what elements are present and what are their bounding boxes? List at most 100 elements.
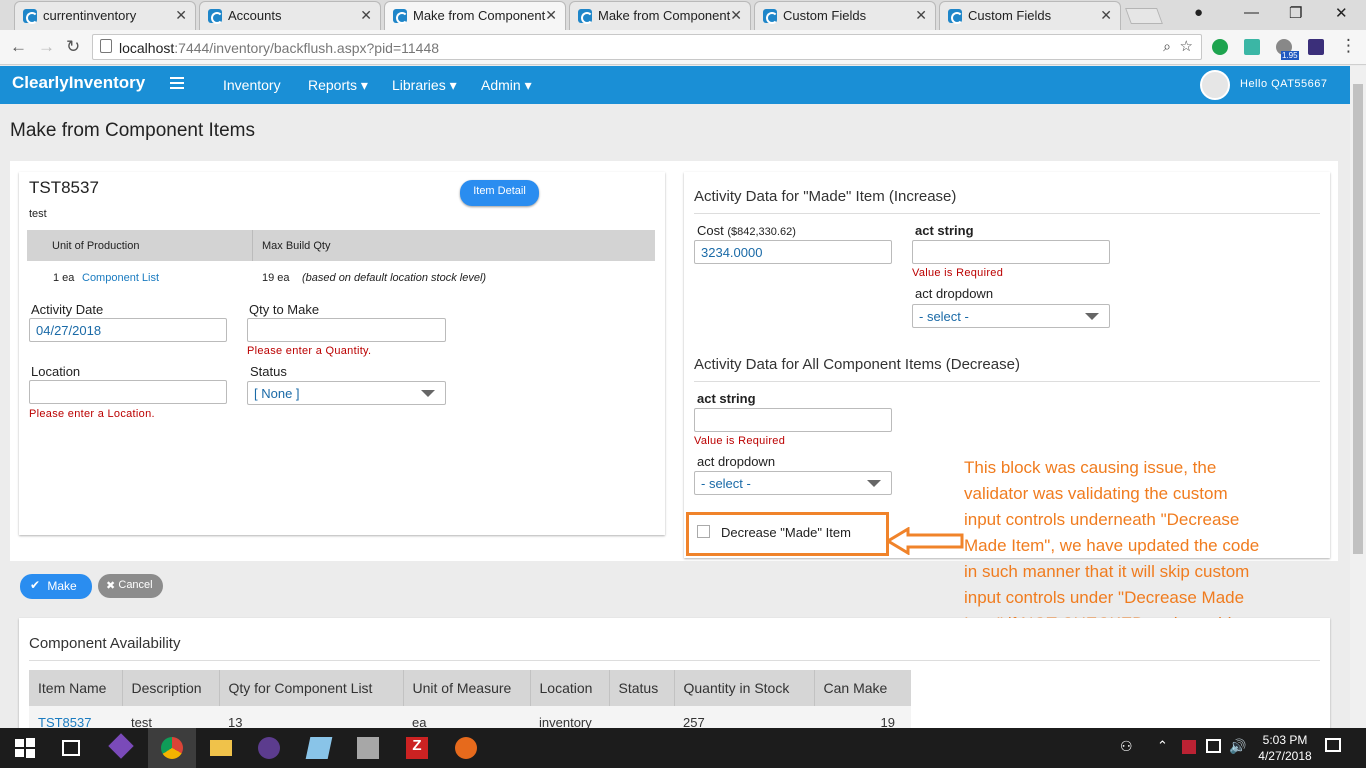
tab-custom-fields-2[interactable]: Custom Fields ✕ bbox=[939, 1, 1121, 30]
extension-vs-icon[interactable] bbox=[1308, 39, 1324, 55]
address-bar[interactable]: localhost:7444/inventory/backflush.aspx?… bbox=[92, 34, 1202, 60]
reload-icon[interactable]: ↻ bbox=[66, 37, 80, 57]
minimize-icon[interactable]: — bbox=[1244, 4, 1259, 21]
location-input[interactable] bbox=[29, 380, 227, 404]
site-icon bbox=[208, 9, 223, 24]
status-select[interactable]: [ None ] bbox=[247, 381, 446, 405]
windows-start-icon[interactable] bbox=[14, 737, 36, 759]
zoom-search-icon[interactable]: ⌕ bbox=[1163, 38, 1171, 55]
page-scrollbar[interactable] bbox=[1350, 66, 1366, 728]
browser-toolbar: ← → ↻ localhost:7444/inventory/backflush… bbox=[0, 30, 1366, 65]
people-icon[interactable]: ⚇ bbox=[1120, 738, 1133, 755]
nav-admin[interactable]: Admin ▾ bbox=[481, 77, 532, 94]
volume-icon[interactable]: 🔊 bbox=[1229, 738, 1246, 755]
hamburger-menu-icon[interactable] bbox=[170, 77, 184, 89]
info-icon[interactable] bbox=[100, 39, 112, 53]
file-explorer-icon[interactable] bbox=[210, 740, 232, 756]
close-tab-icon[interactable]: ✕ bbox=[545, 7, 557, 24]
item-detail-button[interactable]: Item Detail bbox=[460, 180, 539, 206]
chrome-icon[interactable] bbox=[161, 737, 183, 759]
tab-make-from-component[interactable]: Make from Component ✕ bbox=[569, 1, 751, 30]
col-can-make[interactable]: Can Make bbox=[814, 670, 911, 706]
close-tab-icon[interactable]: ✕ bbox=[730, 7, 742, 24]
bookmark-star-icon[interactable]: ☆ bbox=[1180, 37, 1193, 55]
cancel-button[interactable]: ✖ Cancel bbox=[98, 574, 163, 598]
site-icon bbox=[948, 9, 963, 24]
extension-feather-icon[interactable] bbox=[1244, 39, 1260, 55]
col-description[interactable]: Description bbox=[122, 670, 220, 706]
close-tab-icon[interactable]: ✕ bbox=[175, 7, 187, 24]
made-act-dropdown-value: - select - bbox=[919, 309, 969, 324]
menu-kebab-icon[interactable]: ⋮ bbox=[1340, 36, 1357, 56]
activity-date-input[interactable]: 04/27/2018 bbox=[29, 318, 227, 342]
clock-date[interactable]: 4/27/2018 bbox=[1254, 749, 1316, 763]
cost-label-text: Cost bbox=[697, 223, 724, 238]
grammarly-icon[interactable] bbox=[1212, 39, 1228, 55]
notepad-icon[interactable] bbox=[305, 737, 333, 759]
activity-date-label: Activity Date bbox=[31, 302, 104, 317]
scrollbar-thumb[interactable] bbox=[1353, 84, 1363, 554]
component-list-link[interactable]: Component List bbox=[82, 272, 159, 284]
nav-inventory[interactable]: Inventory bbox=[223, 77, 281, 93]
comp-act-string-input[interactable] bbox=[694, 408, 892, 432]
made-act-dropdown[interactable]: - select - bbox=[912, 304, 1110, 328]
show-hidden-icons-chevron-up-icon[interactable]: ⌃ bbox=[1157, 738, 1168, 754]
notifications-icon[interactable] bbox=[1325, 738, 1341, 752]
col-unit-of-measure[interactable]: Unit of Measure bbox=[403, 670, 531, 706]
close-tab-icon[interactable]: ✕ bbox=[1100, 7, 1112, 24]
onenote-icon[interactable] bbox=[258, 737, 280, 759]
cost-input[interactable]: 3234.0000 bbox=[694, 240, 892, 264]
windows-taskbar: Z ⚇ ⌃ 🔊 5:03 PM 4/27/2018 bbox=[0, 728, 1366, 768]
extension-badge: 1.95 bbox=[1281, 51, 1299, 60]
col-quantity-in-stock[interactable]: Quantity in Stock bbox=[674, 670, 815, 706]
tools-icon[interactable] bbox=[357, 737, 379, 759]
make-button[interactable]: ✔ Make bbox=[20, 574, 92, 599]
col-item-name[interactable]: Item Name bbox=[29, 670, 123, 706]
tab-make-from-component-active[interactable]: Make from Component ✕ bbox=[384, 1, 566, 30]
made-act-string-input[interactable] bbox=[912, 240, 1110, 264]
profile-icon[interactable]: ● bbox=[1194, 4, 1203, 21]
divider bbox=[29, 660, 1320, 661]
made-act-string-error: Value is Required bbox=[912, 267, 1004, 279]
availability-table: Item Name Description Qty for Component … bbox=[29, 670, 911, 732]
comp-act-string-label: act string bbox=[697, 391, 756, 406]
brand-logo[interactable]: ClearlyInventory bbox=[12, 73, 145, 93]
firefox-icon[interactable] bbox=[455, 737, 477, 759]
site-icon bbox=[763, 9, 778, 24]
chevron-down-icon bbox=[867, 480, 881, 487]
col-qty-for-component-list[interactable]: Qty for Component List bbox=[219, 670, 404, 706]
comp-act-dropdown[interactable]: - select - bbox=[694, 471, 892, 495]
divider bbox=[694, 381, 1320, 382]
qty-to-make-input[interactable] bbox=[247, 318, 446, 342]
nav-reports[interactable]: Reports ▾ bbox=[308, 77, 368, 94]
tab-currentinventory[interactable]: currentinventory ✕ bbox=[14, 1, 196, 30]
max-build-qty-note: (based on default location stock level) bbox=[302, 272, 487, 284]
clock-time[interactable]: 5:03 PM bbox=[1262, 733, 1308, 747]
forward-icon[interactable]: → bbox=[38, 37, 55, 57]
new-tab-button[interactable] bbox=[1125, 8, 1163, 24]
back-icon[interactable]: ← bbox=[10, 37, 27, 57]
visual-studio-icon[interactable] bbox=[108, 733, 134, 759]
nav-libraries[interactable]: Libraries ▾ bbox=[392, 77, 457, 94]
tab-accounts[interactable]: Accounts ✕ bbox=[199, 1, 381, 30]
task-view-icon[interactable] bbox=[62, 740, 80, 756]
item-code: TST8537 bbox=[29, 178, 99, 197]
restore-icon[interactable]: ❐ bbox=[1289, 4, 1302, 22]
network-icon[interactable] bbox=[1206, 739, 1221, 753]
tab-label: Make from Component bbox=[598, 8, 731, 23]
tab-custom-fields[interactable]: Custom Fields ✕ bbox=[754, 1, 936, 30]
max-build-qty-value: 19 ea bbox=[262, 272, 290, 284]
annotation-highlight-box bbox=[686, 512, 889, 556]
user-greeting[interactable]: Hello QAT55667 bbox=[1240, 78, 1328, 90]
filezilla-icon[interactable]: Z bbox=[406, 737, 428, 759]
col-location[interactable]: Location bbox=[530, 670, 610, 706]
close-tab-icon[interactable]: ✕ bbox=[360, 7, 372, 24]
avatar[interactable] bbox=[1200, 70, 1230, 100]
make-label: Make bbox=[47, 579, 77, 593]
url-path: :7444/inventory/backflush.aspx?pid=11448 bbox=[174, 40, 440, 56]
made-item-heading: Activity Data for "Made" Item (Increase) bbox=[694, 188, 957, 205]
tray-app-icon[interactable] bbox=[1182, 740, 1196, 754]
col-status[interactable]: Status bbox=[609, 670, 675, 706]
close-tab-icon[interactable]: ✕ bbox=[915, 7, 927, 24]
close-window-icon[interactable]: ✕ bbox=[1335, 4, 1348, 22]
